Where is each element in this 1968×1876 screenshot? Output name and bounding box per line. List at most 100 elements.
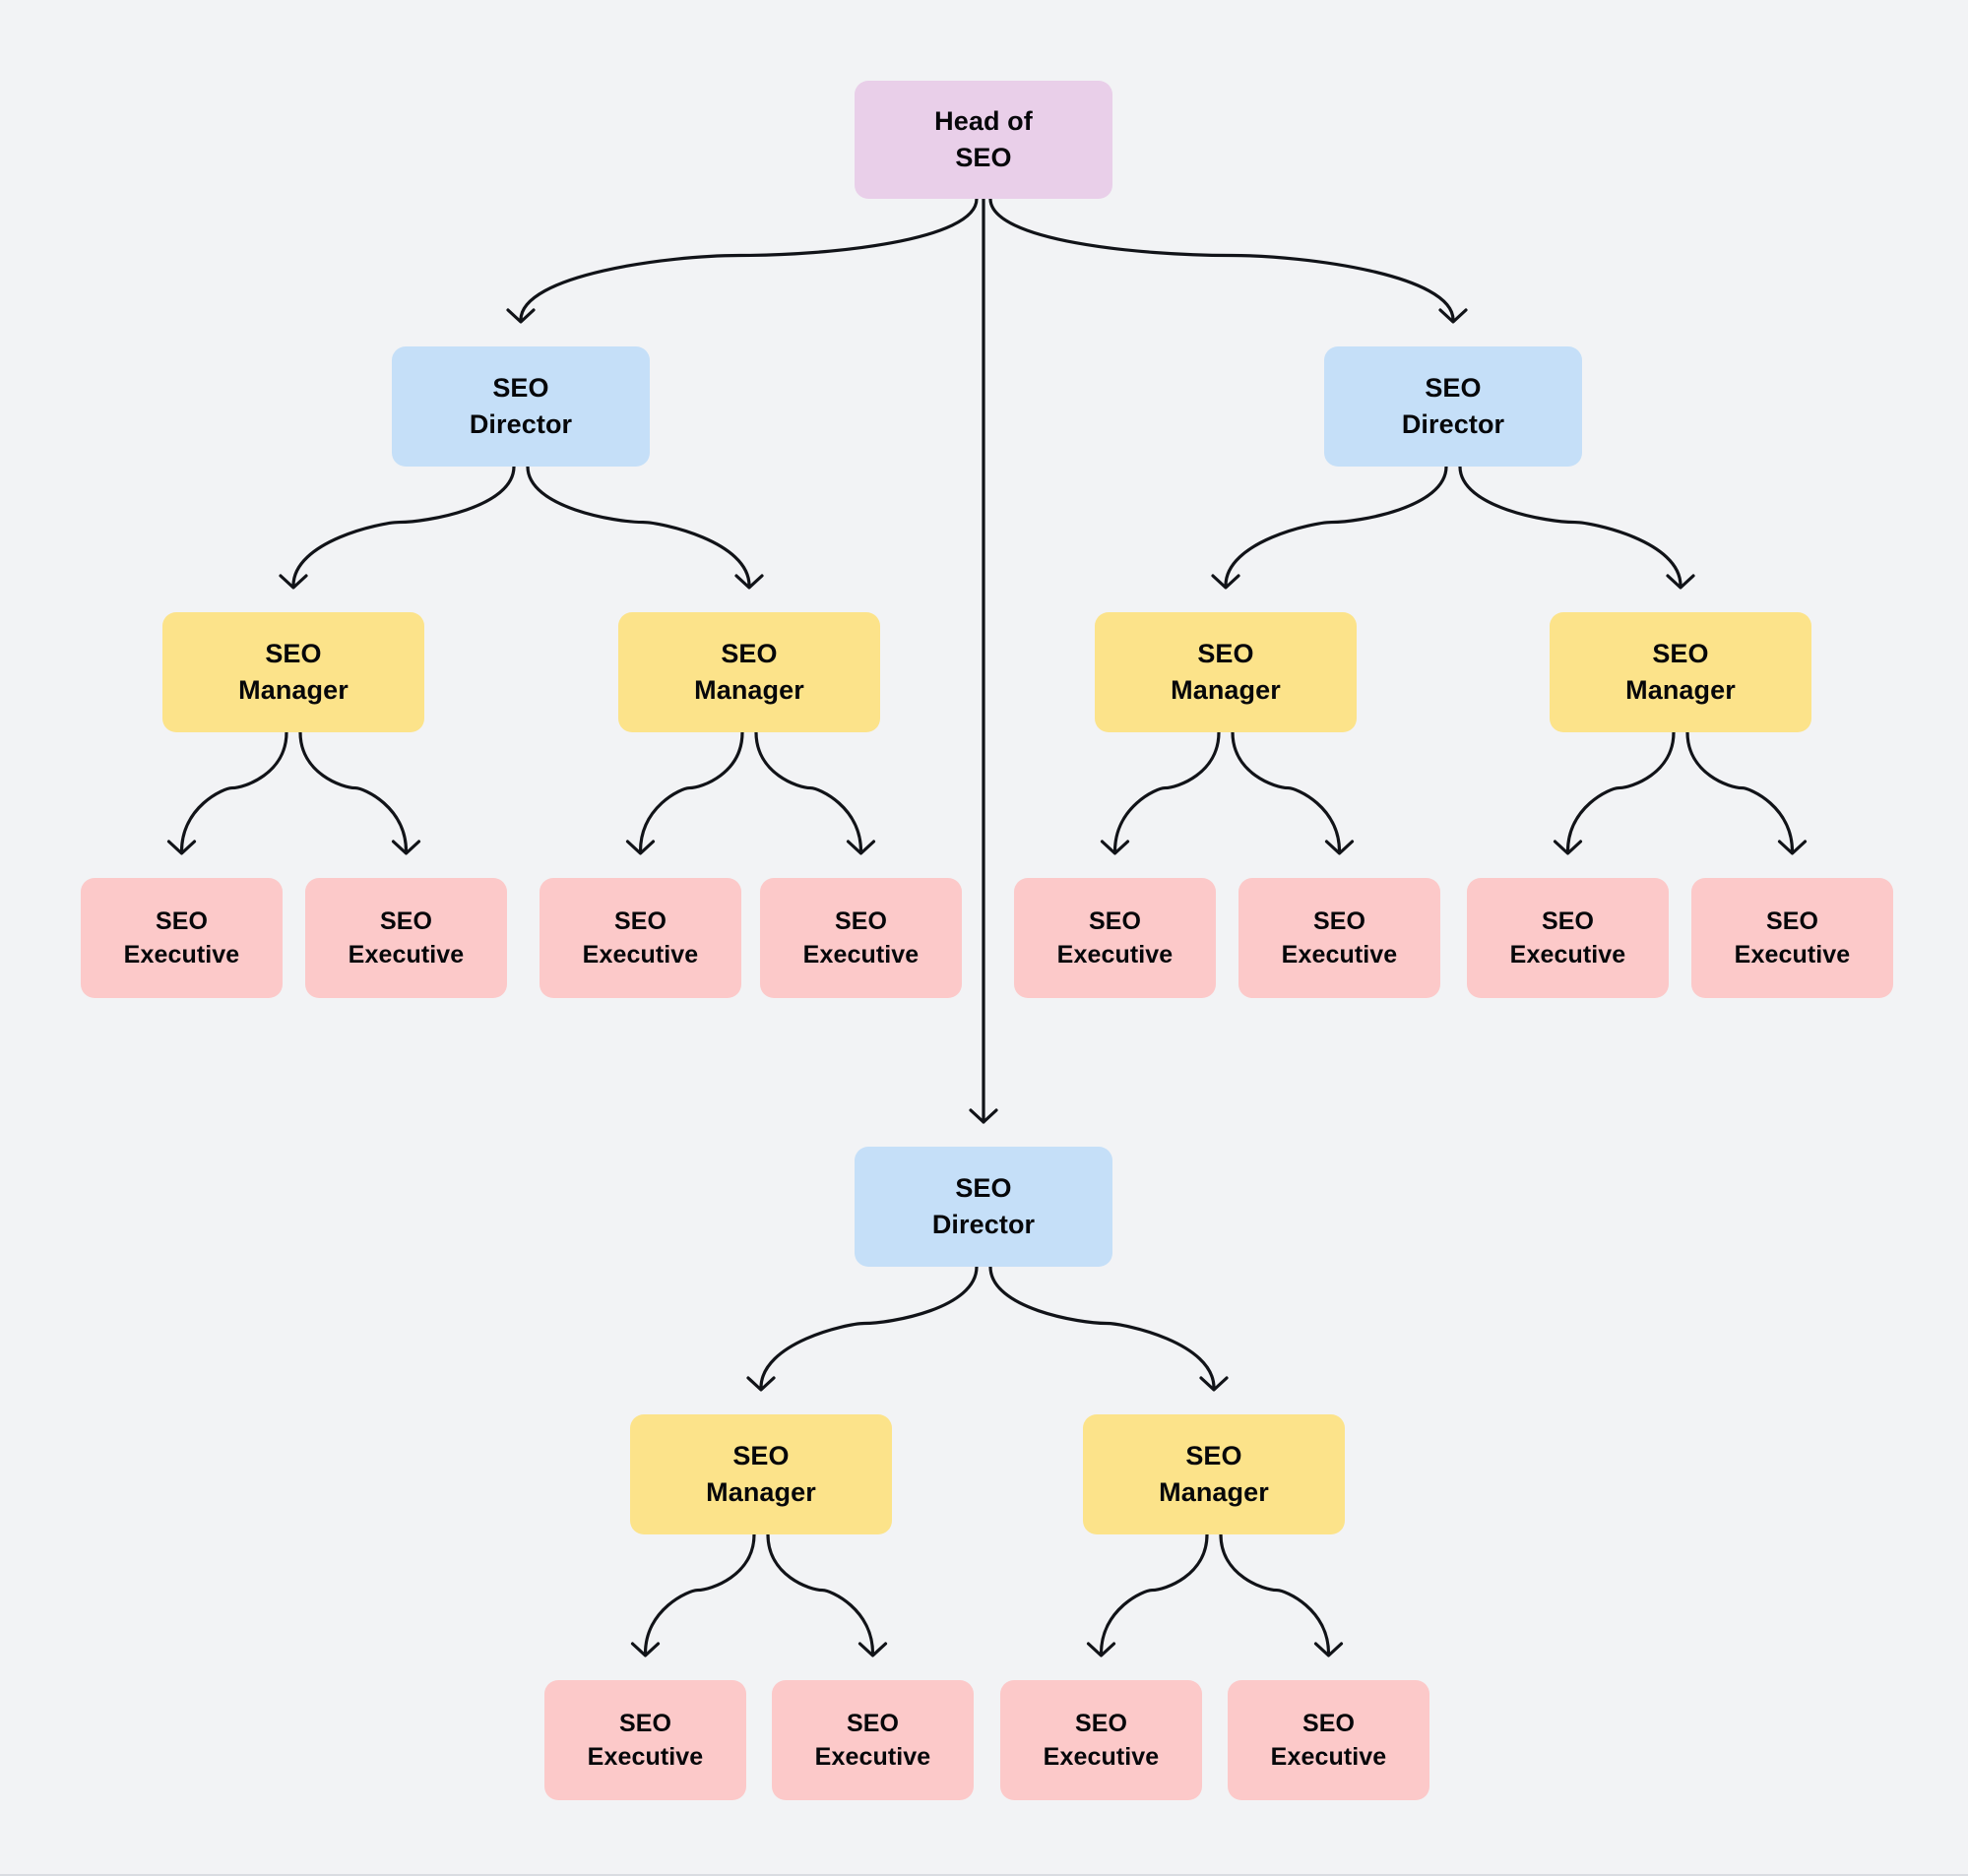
node-head[interactable]: Head of SEO (855, 81, 1112, 199)
edge-head-to-dir-1 (519, 197, 979, 322)
node-label-line2: Manager (238, 675, 349, 705)
node-label-line2: Manager (1625, 675, 1736, 705)
node-exe-3[interactable]: SEO Executive (540, 878, 741, 998)
node-exe-6[interactable]: SEO Executive (1238, 878, 1440, 998)
node-label-line2: SEO (955, 143, 1012, 172)
edge-mgr-1-to-exe-1-arrowhead (166, 840, 197, 855)
node-exe-2[interactable]: SEO Executive (305, 878, 507, 998)
node-label-line2: Executive (123, 941, 240, 969)
node-label-line2: Manager (1171, 675, 1281, 705)
node-label-line2: Executive (1281, 941, 1398, 969)
node-mgr-4[interactable]: SEO Manager (1550, 612, 1811, 732)
node-mgr-6[interactable]: SEO Manager (1083, 1414, 1345, 1534)
node-label-line1: SEO (834, 907, 888, 935)
edge-mgr-1-to-exe-2 (298, 730, 409, 853)
node-label-line1: SEO (955, 1173, 1012, 1204)
node-label-line1: SEO (732, 1441, 790, 1471)
edge-dir-1-to-mgr-2-arrowhead (734, 574, 764, 590)
node-label-line2: Manager (706, 1477, 816, 1507)
edge-dir-1-to-mgr-1-arrowhead (279, 574, 308, 590)
edge-mgr-2-to-exe-4-arrowhead (846, 840, 876, 855)
node-dir-2[interactable]: SEO Director (1324, 346, 1582, 467)
node-label-line1: SEO (1185, 1441, 1242, 1471)
edge-dir-2-to-mgr-3 (1224, 465, 1448, 588)
node-dir-3[interactable]: SEO Director (855, 1147, 1112, 1267)
node-label-line2: Executive (587, 1743, 704, 1771)
edge-mgr-3-to-exe-6-arrowhead (1324, 840, 1355, 855)
edge-mgr-6-to-exe-12 (1219, 1532, 1331, 1656)
node-exe-9[interactable]: SEO Executive (544, 1680, 746, 1800)
edge-mgr-4-to-exe-8 (1685, 730, 1795, 853)
node-label-line1: SEO (1652, 639, 1709, 669)
node-label-line1: SEO (492, 373, 549, 404)
node-label-line1: SEO (1301, 1710, 1356, 1737)
edge-dir-1-to-mgr-1 (291, 465, 516, 588)
edge-dir-2-to-mgr-4 (1458, 465, 1682, 588)
node-label-line1: SEO (721, 639, 778, 669)
node-mgr-2[interactable]: SEO Manager (618, 612, 880, 732)
node-exe-5[interactable]: SEO Executive (1014, 878, 1216, 998)
edge-dir-2-to-mgr-3-arrowhead (1211, 574, 1240, 590)
edge-mgr-3-to-exe-5 (1112, 730, 1221, 853)
edge-mgr-6-to-exe-12-arrowhead (1313, 1642, 1344, 1657)
node-label-line2: Executive (1509, 941, 1626, 969)
edge-mgr-5-to-exe-10 (766, 1532, 875, 1656)
edge-mgr-2-to-exe-4 (754, 730, 863, 853)
node-label-line2: Executive (582, 941, 699, 969)
node-label-line1: SEO (155, 907, 209, 935)
node-label-line2: Executive (1734, 941, 1851, 969)
node-exe-11[interactable]: SEO Executive (1000, 1680, 1202, 1800)
node-exe-8[interactable]: SEO Executive (1691, 878, 1893, 998)
node-label-line1: SEO (613, 907, 667, 935)
node-dir-1[interactable]: SEO Director (392, 346, 650, 467)
node-label-line1: SEO (265, 639, 322, 669)
node-label-line1: SEO (846, 1710, 900, 1737)
edge-head-to-dir-1-arrowhead (506, 308, 536, 324)
edge-mgr-3-to-exe-6 (1231, 730, 1342, 853)
node-label-line2: Executive (814, 1743, 931, 1771)
node-mgr-3[interactable]: SEO Manager (1095, 612, 1357, 732)
edge-mgr-3-to-exe-5-arrowhead (1100, 840, 1130, 855)
org-chart-canvas: Head of SEO SEO Director SEO Director SEO Direc… (0, 0, 1968, 1876)
edge-mgr-5-to-exe-10-arrowhead (857, 1642, 888, 1657)
node-label-line2: Director (1401, 409, 1505, 439)
node-label-line2: Manager (694, 675, 804, 705)
edge-mgr-2-to-exe-3-arrowhead (625, 840, 656, 855)
edge-dir-3-to-mgr-5 (759, 1265, 979, 1390)
node-label-line1: Head of (934, 106, 1033, 137)
node-label-line1: SEO (1541, 907, 1595, 935)
node-exe-12[interactable]: SEO Executive (1228, 1680, 1429, 1800)
edge-mgr-1-to-exe-2-arrowhead (391, 840, 421, 855)
node-label-line2: Director (469, 409, 573, 439)
node-exe-7[interactable]: SEO Executive (1467, 878, 1669, 998)
node-label-line2: Executive (1270, 1743, 1387, 1771)
node-label-line1: SEO (379, 907, 433, 935)
edge-dir-3-to-mgr-6-arrowhead (1199, 1376, 1229, 1392)
edge-head-to-dir-2-arrowhead (1438, 308, 1468, 324)
edge-mgr-2-to-exe-3 (638, 730, 744, 853)
node-label-line1: SEO (1312, 907, 1366, 935)
edge-mgr-4-to-exe-7-arrowhead (1553, 840, 1583, 855)
edge-mgr-6-to-exe-11 (1099, 1532, 1209, 1656)
edge-head-to-dir-3-arrowhead (969, 1108, 998, 1124)
node-label-line1: SEO (618, 1710, 672, 1737)
edge-head-to-dir-2 (988, 197, 1455, 322)
connector-layer (166, 197, 1808, 1657)
edge-dir-2-to-mgr-4-arrowhead (1666, 574, 1695, 590)
node-exe-1[interactable]: SEO Executive (81, 878, 283, 998)
node-label-line1: SEO (1088, 907, 1142, 935)
edge-mgr-1-to-exe-1 (179, 730, 288, 853)
node-exe-10[interactable]: SEO Executive (772, 1680, 974, 1800)
node-label-line2: Executive (802, 941, 920, 969)
node-label-line2: Director (931, 1210, 1036, 1239)
edge-dir-3-to-mgr-5-arrowhead (746, 1376, 776, 1392)
node-mgr-1[interactable]: SEO Manager (162, 612, 424, 732)
node-exe-4[interactable]: SEO Executive (760, 878, 962, 998)
edge-mgr-5-to-exe-9 (643, 1532, 756, 1656)
edge-mgr-4-to-exe-7 (1565, 730, 1676, 853)
node-label-line2: Executive (1043, 1743, 1160, 1771)
node-mgr-5[interactable]: SEO Manager (630, 1414, 892, 1534)
edge-mgr-5-to-exe-9-arrowhead (630, 1642, 661, 1657)
node-label-line2: Manager (1159, 1477, 1269, 1507)
node-label-line2: Executive (1056, 941, 1174, 969)
